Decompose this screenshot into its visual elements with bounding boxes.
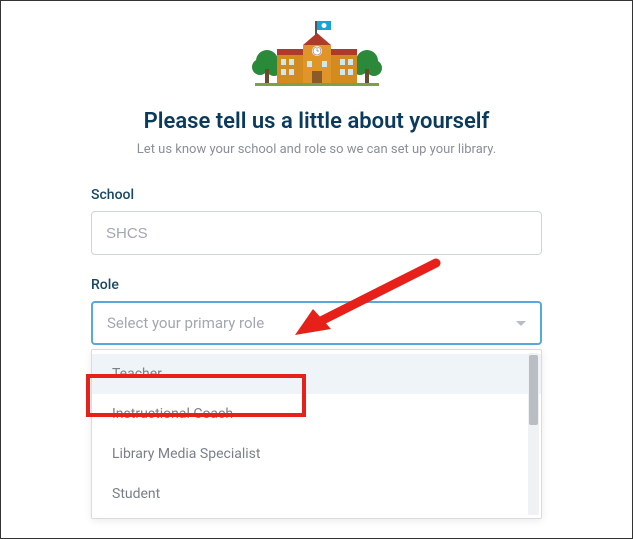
role-select[interactable]: Select your primary role xyxy=(91,301,542,345)
chevron-down-icon xyxy=(516,321,526,326)
school-label: School xyxy=(91,187,542,203)
role-label: Role xyxy=(91,277,542,293)
role-option-library-media-specialist[interactable]: Library Media Specialist xyxy=(92,434,541,474)
dropdown-scrollbar[interactable] xyxy=(528,353,539,515)
school-input[interactable] xyxy=(91,211,542,255)
onboarding-form: School Role Select your primary role Tea… xyxy=(91,187,542,367)
role-option-instructional-coach[interactable]: Instructional Coach xyxy=(92,394,541,434)
role-option-student[interactable]: Student xyxy=(92,474,541,514)
dropdown-scrollbar-thumb[interactable] xyxy=(529,355,538,425)
page-title: Please tell us a little about yourself xyxy=(144,109,490,134)
role-dropdown: Teacher Instructional Coach Library Medi… xyxy=(91,349,542,519)
role-option-teacher[interactable]: Teacher xyxy=(92,354,541,394)
school-illustration xyxy=(247,21,387,91)
page-subtitle: Let us know your school and role so we c… xyxy=(137,142,496,157)
role-placeholder: Select your primary role xyxy=(107,314,264,332)
